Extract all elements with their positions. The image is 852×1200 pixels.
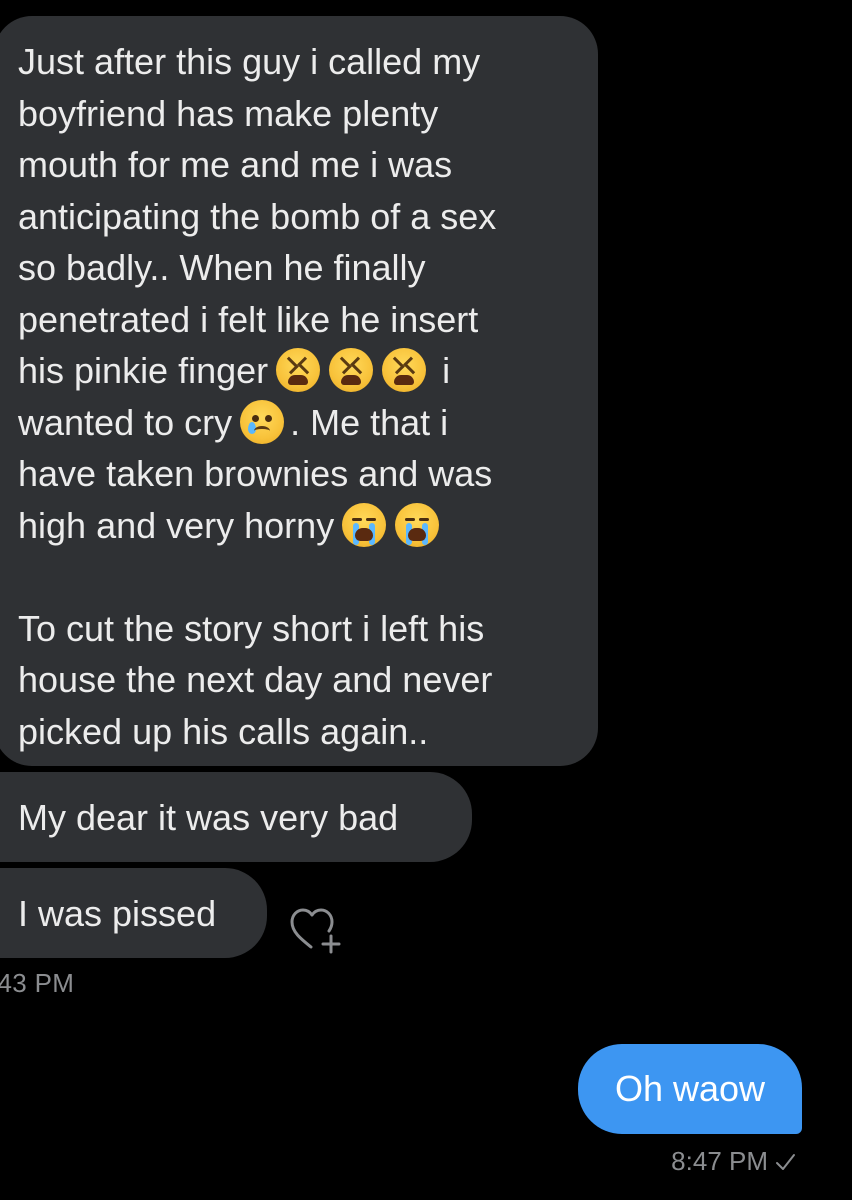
weary-face-icon — [276, 348, 321, 392]
message-line: Just after this guy i called my — [18, 41, 481, 82]
sobbing-face-icon — [342, 502, 387, 547]
incoming-message-bubble[interactable]: Just after this guy i called my boyfrien… — [0, 16, 598, 766]
message-text: wanted to cry — [18, 401, 233, 443]
read-receipt: 8:47 PM — [671, 1146, 796, 1177]
heart-plus-icon[interactable] — [287, 903, 345, 955]
sobbing-face-icon — [395, 502, 440, 547]
message-line: picked up his calls again.. — [18, 710, 429, 752]
message-line: mouth for me and me i was — [18, 144, 453, 185]
message-text: high and very horny — [18, 504, 335, 546]
incoming-message-bubble[interactable]: I was pissed — [0, 868, 267, 958]
emoji-group — [342, 502, 440, 547]
message-line: so badly.. When he finally — [18, 247, 426, 288]
emoji-group — [276, 348, 427, 392]
message-line: anticipating the bomb of a sex — [18, 195, 497, 237]
message-text: My dear it was very bad — [18, 797, 399, 838]
outgoing-message-bubble[interactable]: Oh waow — [578, 1044, 802, 1134]
message-text: i — [442, 350, 451, 391]
message-timestamp: 8:47 PM — [671, 1146, 768, 1176]
checkmark-icon — [776, 1153, 795, 1170]
message-line: boyfriend has make plenty — [18, 92, 439, 134]
message-text: his pinkie finger — [18, 350, 269, 391]
emoji-group — [240, 399, 285, 444]
message-line: To cut the story short i left his — [18, 607, 485, 649]
message-text: I was pissed — [18, 893, 217, 934]
message-text: Oh waow — [614, 1068, 766, 1109]
message-line-with-emoji: wanted to cry . Me that i — [18, 397, 578, 449]
message-line: have taken brownies and was — [18, 453, 493, 494]
crying-face-icon — [240, 399, 285, 444]
message-line: penetrated i felt like he insert — [18, 298, 479, 340]
message-line: house the next day and never — [18, 659, 493, 700]
incoming-message-bubble[interactable]: My dear it was very bad — [0, 772, 472, 862]
weary-face-icon — [329, 348, 374, 392]
message-timestamp: :43 PM — [0, 968, 75, 998]
message-text: . Me that i — [290, 401, 449, 443]
message-line-with-emoji: high and very horny — [18, 500, 578, 552]
weary-face-icon — [382, 348, 427, 392]
message-line-with-emoji: his pinkie finger i — [18, 345, 578, 397]
